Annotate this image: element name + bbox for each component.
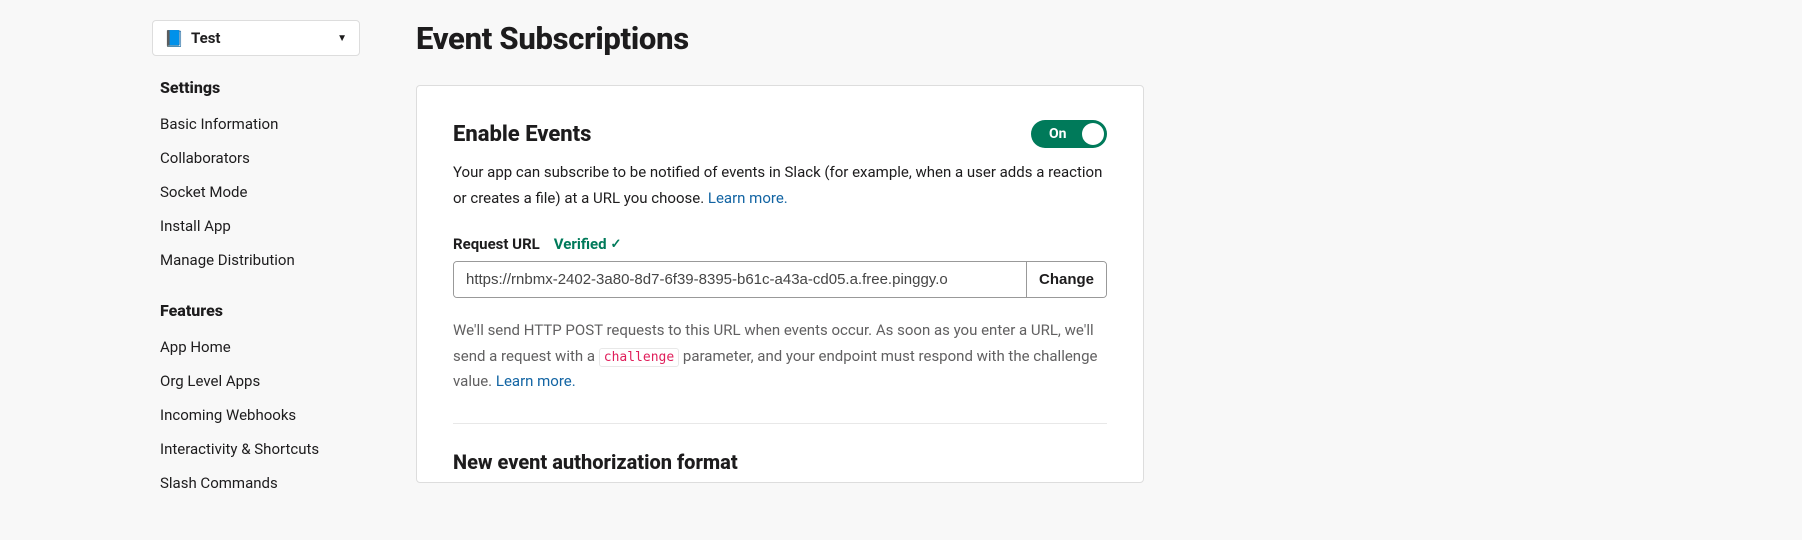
nav-socket-mode[interactable]: Socket Mode [152, 175, 360, 209]
caret-down-icon: ▼ [337, 33, 347, 44]
challenge-code: challenge [599, 348, 679, 367]
enable-events-title: Enable Events [453, 122, 591, 147]
main-content: Event Subscriptions Enable Events On You… [416, 20, 1144, 483]
request-url-input[interactable] [454, 262, 1026, 297]
request-url-label: Request URL [453, 235, 540, 253]
section-head-features: Features [160, 301, 360, 320]
request-url-helper: We'll send HTTP POST requests to this UR… [453, 318, 1107, 395]
nav-interactivity-shortcuts[interactable]: Interactivity & Shortcuts [152, 432, 360, 466]
app-selector[interactable]: 📘 Test ▼ [152, 20, 360, 56]
enable-events-desc: Your app can subscribe to be notified of… [453, 160, 1107, 211]
nav-install-app[interactable]: Install App [152, 209, 360, 243]
nav-app-home[interactable]: App Home [152, 330, 360, 364]
divider [453, 423, 1107, 424]
page-title: Event Subscriptions [416, 20, 1144, 57]
app-name: Test [191, 29, 221, 47]
nav-incoming-webhooks[interactable]: Incoming Webhooks [152, 398, 360, 432]
sidebar: 📘 Test ▼ Settings Basic Information Coll… [152, 20, 360, 500]
event-card: Enable Events On Your app can subscribe … [416, 85, 1144, 483]
learn-more-link[interactable]: Learn more. [708, 189, 788, 207]
features-list: App Home Org Level Apps Incoming Webhook… [152, 330, 360, 500]
auth-format-title: New event authorization format [453, 450, 1107, 474]
nav-org-level-apps[interactable]: Org Level Apps [152, 364, 360, 398]
section-head-settings: Settings [160, 78, 360, 97]
nav-manage-distribution[interactable]: Manage Distribution [152, 243, 360, 277]
change-button[interactable]: Change [1026, 262, 1106, 297]
learn-more-link-2[interactable]: Learn more. [496, 372, 576, 390]
check-icon: ✓ [611, 237, 622, 252]
settings-list: Basic Information Collaborators Socket M… [152, 107, 360, 277]
enable-events-toggle[interactable]: On [1031, 120, 1107, 148]
nav-basic-information[interactable]: Basic Information [152, 107, 360, 141]
app-icon: 📘 [165, 29, 183, 47]
verified-badge: Verified ✓ [554, 235, 622, 253]
request-url-row: Change [453, 261, 1107, 298]
toggle-label: On [1049, 126, 1067, 142]
nav-slash-commands[interactable]: Slash Commands [152, 466, 360, 500]
toggle-knob [1082, 123, 1104, 145]
verified-text: Verified [554, 235, 607, 253]
nav-collaborators[interactable]: Collaborators [152, 141, 360, 175]
